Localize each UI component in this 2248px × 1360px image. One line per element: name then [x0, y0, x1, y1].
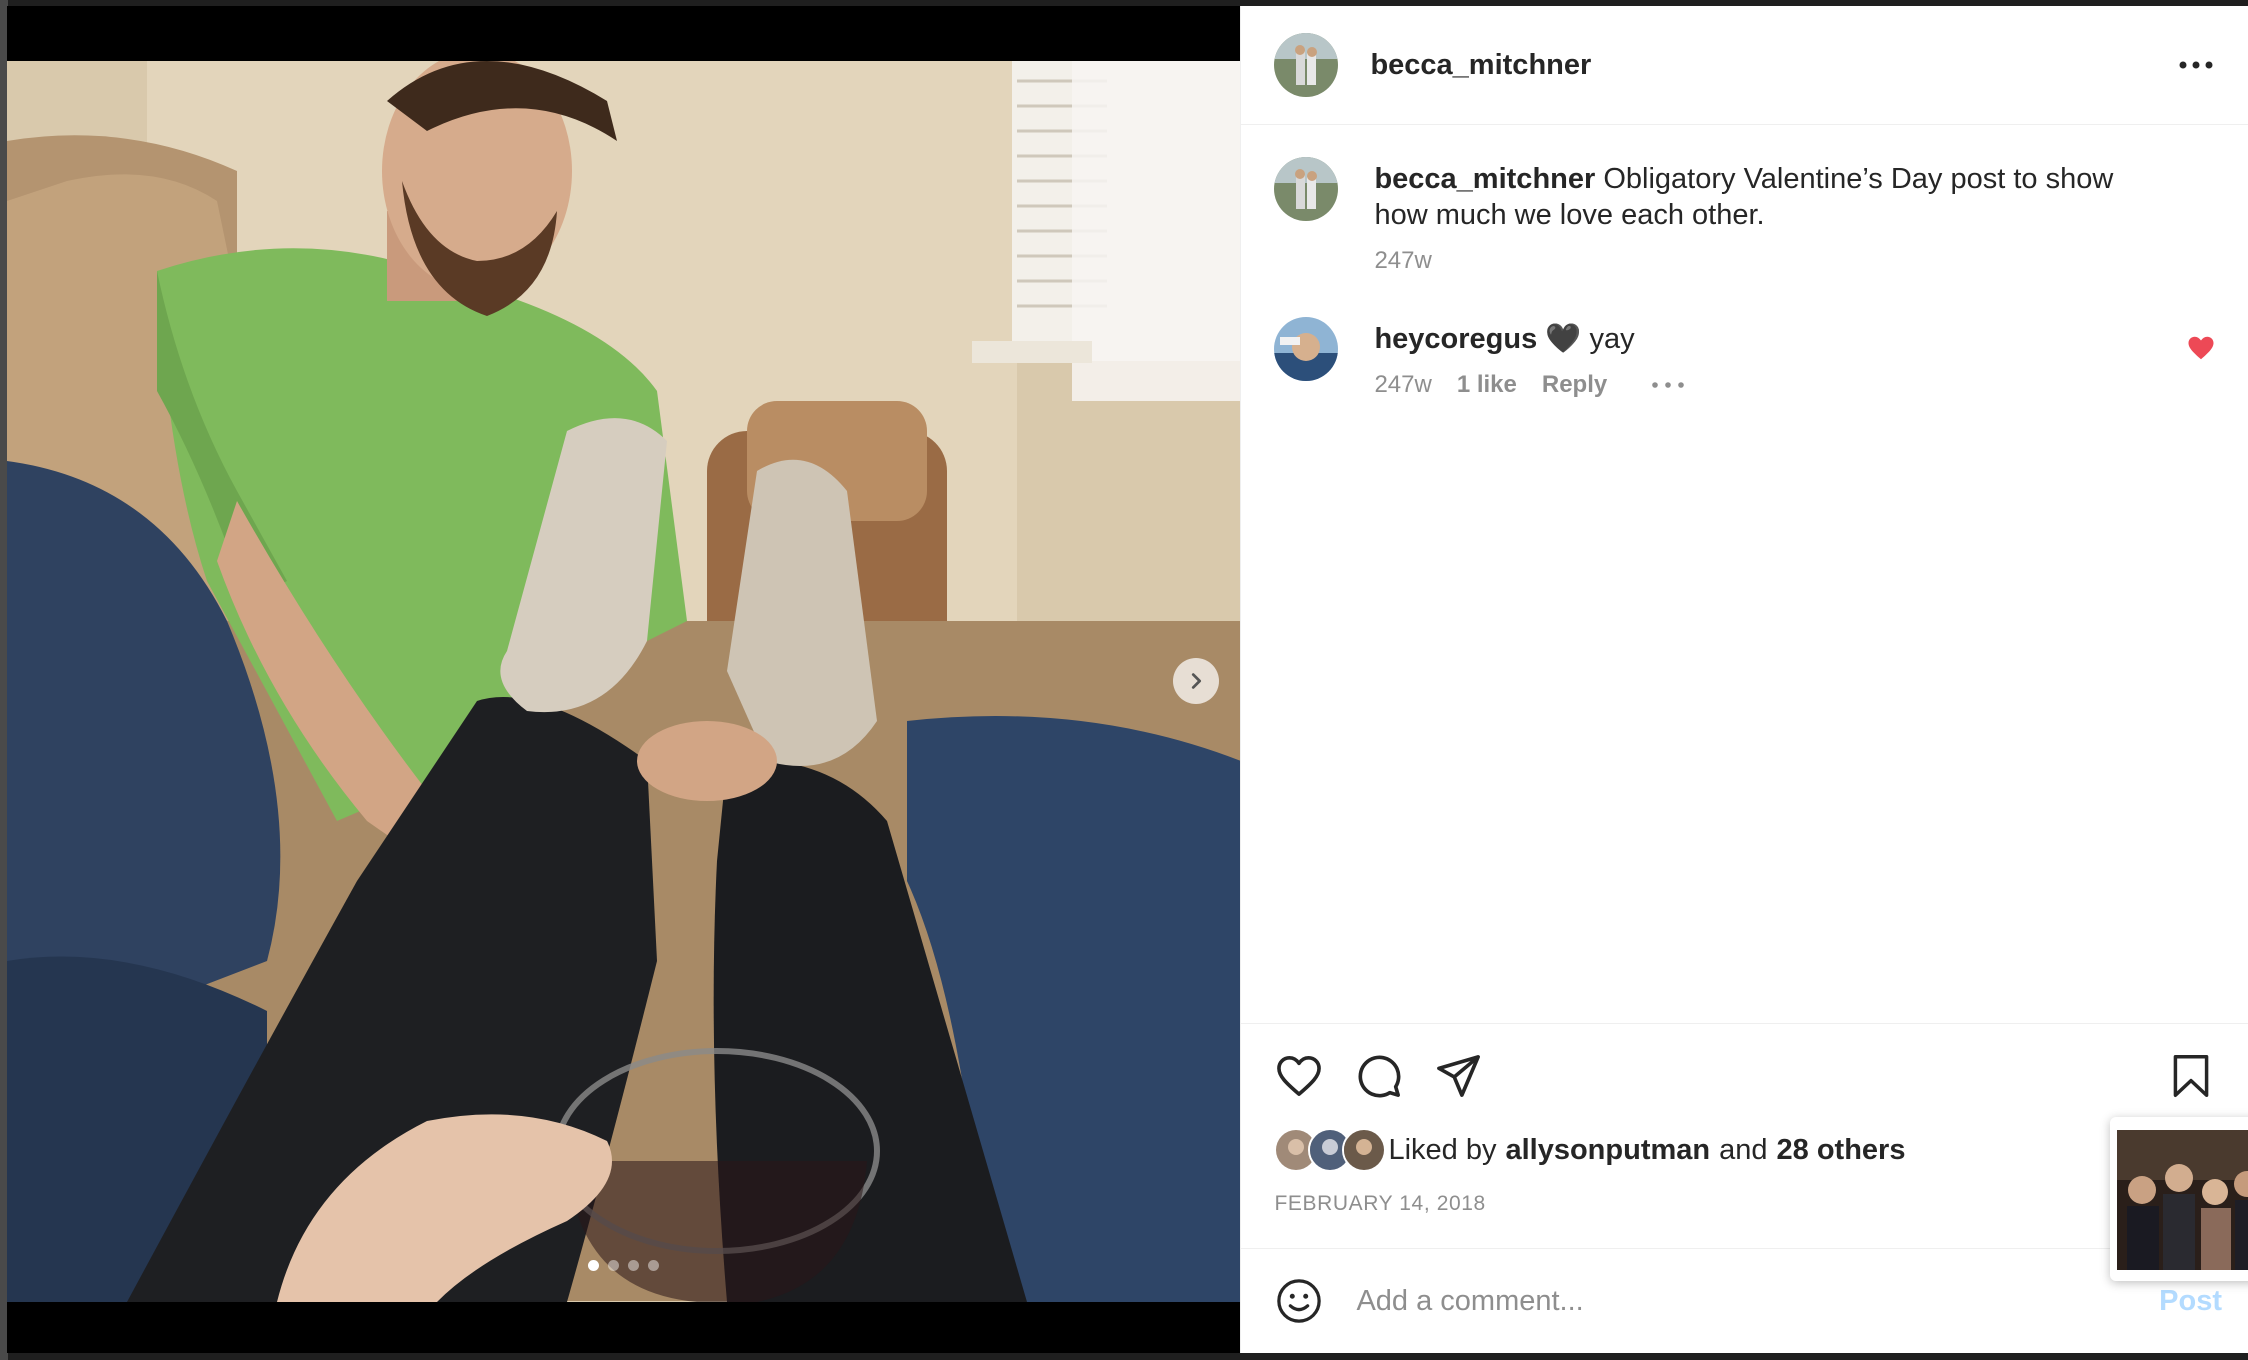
comment-item: heycoregus 🖤 yay 247w 1 like Reply: [1274, 317, 2216, 399]
commenter-avatar-image: [1274, 317, 1339, 381]
liker-avatar-image: [1344, 1130, 1385, 1170]
others-likes-link[interactable]: 28 others: [1777, 1134, 1906, 1167]
comment-like-heart-icon[interactable]: [2186, 333, 2216, 363]
save-button[interactable]: [2166, 1051, 2216, 1101]
carousel-next-button[interactable]: [1173, 658, 1219, 704]
post-photo[interactable]: [7, 61, 1241, 1302]
likes-prefix: Liked by: [1388, 1133, 1497, 1166]
carousel-dot: [628, 1260, 640, 1271]
post-header: becca_mitchner: [1241, 6, 2248, 125]
avatar[interactable]: [1274, 317, 1339, 381]
comment-text: 🖤 yay: [1545, 323, 1635, 355]
page: becca_mitchner becca_mitchner Obligatory…: [0, 0, 2248, 1360]
thumbnail-image: [2117, 1130, 2248, 1270]
likes-summary: Liked by allysonputman and 28 others: [1274, 1128, 2216, 1172]
comment-timestamp[interactable]: 247w: [1374, 371, 1431, 399]
caption-username[interactable]: becca_mitchner: [1374, 163, 1595, 195]
comment-like-count[interactable]: 1 like: [1457, 371, 1517, 399]
thumbnail-illustration: [2117, 1130, 2248, 1270]
post-options-button[interactable]: [2176, 45, 2216, 85]
carousel-dot: [588, 1260, 600, 1271]
bookmark-icon: [2173, 1055, 2209, 1097]
comment-meta: 247w 1 like Reply: [1374, 371, 2156, 399]
carousel-indicator: [7, 1260, 1240, 1271]
emoji-picker-button[interactable]: [1274, 1276, 1324, 1326]
comment-username[interactable]: heycoregus: [1374, 323, 1537, 355]
carousel-dot: [608, 1260, 620, 1271]
paper-plane-icon: [1437, 1055, 1481, 1097]
author-avatar-image: [1274, 33, 1339, 97]
caption-content: becca_mitchner Obligatory Valentine’s Da…: [1374, 157, 2216, 275]
comment-button[interactable]: [1354, 1051, 1404, 1101]
comment-content: heycoregus 🖤 yay 247w 1 like Reply: [1374, 317, 2216, 399]
likes-conjunction: and: [1719, 1133, 1768, 1166]
post-actions-section: Liked by allysonputman and 28 others FEB…: [1241, 1023, 2248, 1248]
comments-list: becca_mitchner Obligatory Valentine’s Da…: [1241, 125, 2248, 1023]
post-media: [7, 6, 1241, 1353]
caption: becca_mitchner Obligatory Valentine’s Da…: [1274, 157, 2216, 275]
caption-timestamp[interactable]: 247w: [1374, 247, 1431, 275]
more-horizontal-icon: [1652, 382, 1685, 388]
post-modal: becca_mitchner becca_mitchner Obligatory…: [7, 6, 2248, 1353]
like-button[interactable]: [1274, 1051, 1324, 1101]
avatar[interactable]: [1342, 1128, 1387, 1172]
caption-avatar-image: [1274, 157, 1339, 221]
avatar[interactable]: [1274, 33, 1339, 97]
caption-body: becca_mitchner Obligatory Valentine’s Da…: [1374, 157, 2156, 233]
caption-meta: 247w: [1374, 247, 2156, 275]
post-date[interactable]: FEBRUARY 14, 2018: [1274, 1192, 2216, 1216]
post-author-username[interactable]: becca_mitchner: [1370, 49, 2176, 82]
avatar[interactable]: [1274, 157, 1339, 221]
liker-avatars: [1274, 1128, 1387, 1172]
post-info-panel: becca_mitchner becca_mitchner Obligatory…: [1240, 6, 2248, 1353]
more-horizontal-icon: [2179, 61, 2213, 69]
comment-options-button[interactable]: [1652, 382, 1685, 388]
reply-button[interactable]: Reply: [1542, 371, 1607, 399]
comment-body: heycoregus 🖤 yay: [1374, 317, 2156, 357]
heart-icon: [1277, 1056, 1322, 1096]
share-button[interactable]: [1434, 1051, 1484, 1101]
first-liker-link[interactable]: allysonputman: [1505, 1134, 1710, 1167]
action-bar: [1274, 1024, 2216, 1128]
post-comment-button[interactable]: Post: [2159, 1285, 2222, 1318]
add-comment-bar: Post: [1241, 1248, 2248, 1353]
carousel-dot: [648, 1260, 660, 1271]
floating-preview-thumbnail[interactable]: [2110, 1117, 2248, 1281]
smiley-icon: [1277, 1279, 1322, 1323]
comment-input[interactable]: [1354, 1283, 2160, 1319]
photo-illustration: [7, 61, 1241, 1302]
chevron-right-icon: [1191, 673, 1202, 689]
comment-bubble-icon: [1358, 1055, 1401, 1098]
